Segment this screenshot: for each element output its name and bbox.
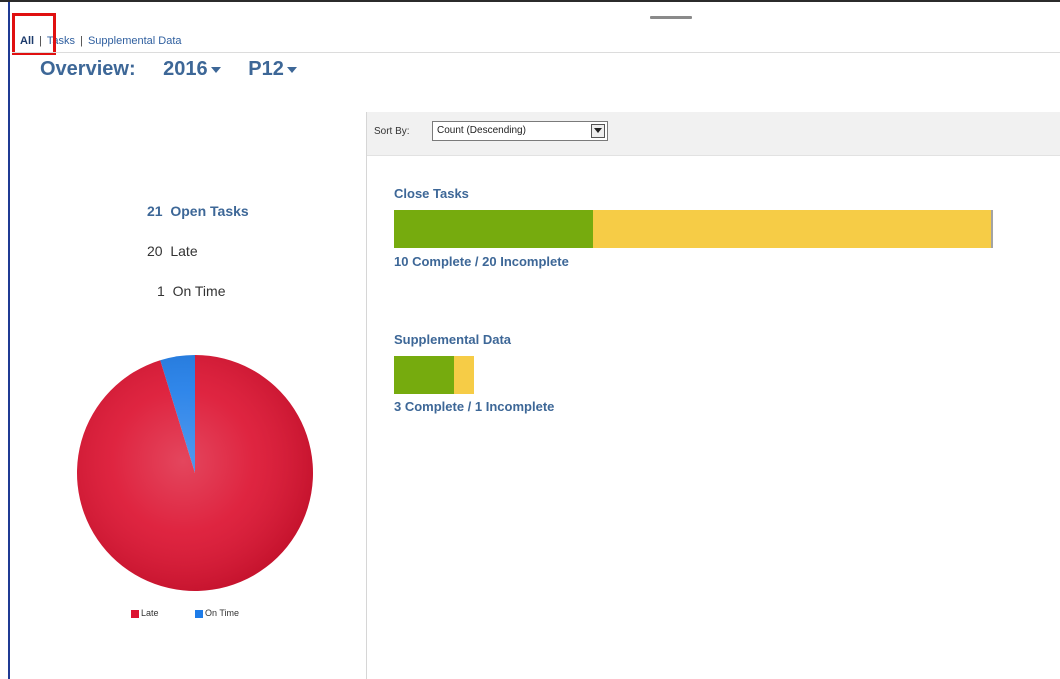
highlight-box — [12, 13, 56, 55]
late-count: 20 — [147, 243, 163, 259]
window-left-border — [8, 2, 10, 679]
pie-svg — [76, 355, 313, 591]
on-time-stat: 1 On Time — [157, 283, 225, 299]
supplemental-data-summary[interactable]: 3 Complete / 1 Incomplete — [394, 399, 554, 414]
sort-by-value: Count (Descending) — [437, 125, 526, 136]
close-tasks-progress-bar[interactable] — [394, 210, 992, 248]
year-value: 2016 — [163, 58, 208, 80]
legend-label-on-time: On Time — [205, 608, 240, 618]
legend-swatch-late — [131, 609, 139, 618]
late-label: Late — [170, 243, 198, 259]
close-tasks-summary[interactable]: 10 Complete / 20 Incomplete — [394, 254, 569, 269]
late-stat: 20 Late — [147, 243, 198, 259]
period-value: P12 — [248, 58, 284, 80]
on-time-count: 1 — [157, 283, 165, 299]
legend-item-late: Late — [131, 608, 159, 618]
overview-label: Overview: — [40, 58, 136, 80]
status-pie-chart — [72, 350, 318, 596]
sort-by-label: Sort By: — [374, 126, 410, 137]
complete-segment[interactable] — [394, 210, 594, 248]
caret-down-icon — [210, 66, 221, 73]
chevron-down-icon[interactable] — [591, 124, 605, 138]
on-time-label: On Time — [172, 283, 226, 299]
sort-by-select[interactable]: Count (Descending) — [432, 121, 608, 141]
open-tasks-stat[interactable]: 21 Open Tasks — [147, 203, 249, 219]
caret-down-icon — [286, 66, 297, 73]
drag-handle[interactable] — [650, 16, 692, 19]
page-title: Overview: 2016 P12 — [40, 58, 297, 81]
legend-label-late: Late — [141, 608, 159, 618]
close-tasks-title[interactable]: Close Tasks — [394, 186, 469, 201]
incomplete-segment[interactable] — [453, 356, 474, 394]
supplemental-data-title[interactable]: Supplemental Data — [394, 332, 511, 347]
complete-segment[interactable] — [394, 356, 454, 394]
period-dropdown[interactable]: P12 — [248, 58, 297, 80]
supplemental-data-progress-bar[interactable] — [394, 356, 474, 394]
bar-end-cap — [991, 210, 993, 248]
tabs-divider — [12, 52, 1060, 53]
open-tasks-count: 21 — [147, 203, 163, 219]
open-tasks-label: Open Tasks — [170, 203, 249, 219]
incomplete-segment[interactable] — [593, 210, 992, 248]
tab-separator: | — [80, 35, 83, 47]
legend-swatch-on-time — [195, 609, 203, 618]
legend-item-on-time: On Time — [195, 608, 239, 618]
sort-toolbar: Sort By: Count (Descending) — [367, 112, 1060, 156]
window-top-border — [0, 0, 1060, 2]
tab-supplemental-data[interactable]: Supplemental Data — [88, 35, 182, 47]
panel-divider — [366, 112, 367, 679]
year-dropdown[interactable]: 2016 — [163, 58, 221, 80]
